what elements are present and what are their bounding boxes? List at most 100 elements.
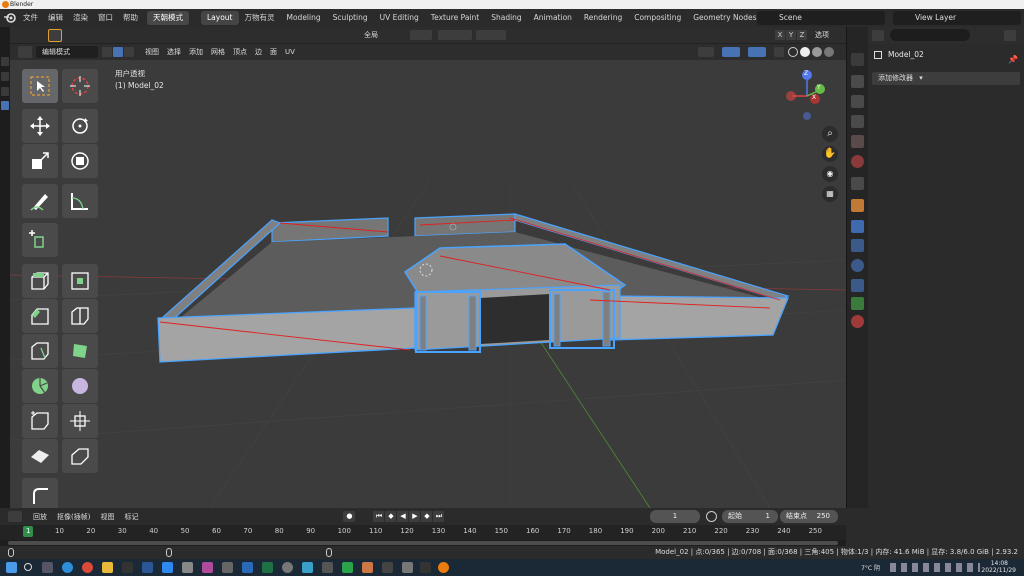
jump-start-button[interactable]: ⏮ [373, 511, 385, 522]
transform-space-select[interactable]: 全局 [350, 29, 378, 41]
select-box-tool-icon[interactable] [48, 29, 62, 42]
search-icon[interactable] [24, 563, 32, 571]
tab-geometry-nodes[interactable]: Geometry Nodes [687, 11, 762, 25]
menu-edit[interactable]: 编辑 [43, 9, 68, 27]
shading-material-icon[interactable] [812, 47, 822, 57]
poly-build-tool-button[interactable] [62, 334, 98, 368]
camera-view-icon[interactable]: ◉ [822, 166, 838, 182]
mirror-axis-y[interactable]: Y [786, 30, 796, 40]
timeline-ruler[interactable]: 1 10 20 30 40 50 60 70 80 90 100 110 120 130 140 150 160… [0, 525, 846, 540]
menu-render[interactable]: 渲染 [68, 9, 93, 27]
menu-timeline-view[interactable]: 视图 [95, 512, 119, 522]
proportional-icon[interactable] [476, 30, 506, 40]
tab-layout[interactable]: Layout [201, 11, 239, 25]
tab-texture-paint[interactable]: Texture Paint [425, 11, 485, 25]
measure-tool-button[interactable] [62, 184, 98, 218]
collection-tab-icon[interactable] [851, 177, 864, 190]
task-view-icon[interactable] [42, 562, 53, 573]
transform-tool-button[interactable] [62, 144, 98, 178]
end-frame-field[interactable]: 结束点 250 [780, 510, 838, 523]
current-frame-field[interactable]: 1 [650, 510, 700, 523]
add-modifier-button[interactable]: 添加修改器 ▾ [872, 72, 1020, 85]
shading-solid-icon[interactable] [800, 47, 810, 57]
app-icon-1[interactable] [162, 562, 173, 573]
shear-tool-button[interactable] [22, 439, 58, 473]
ortho-grid-icon[interactable]: ▦ [822, 186, 838, 202]
menu-keying[interactable]: 抠像(插帧) [52, 512, 95, 522]
app-ds-icon[interactable] [122, 562, 133, 573]
smooth-tool-button[interactable] [62, 369, 98, 403]
visibility-icon[interactable] [698, 47, 714, 57]
pan-hand-icon[interactable]: ✋ [822, 146, 838, 162]
file-explorer-icon[interactable] [102, 562, 113, 573]
word-icon[interactable] [142, 562, 153, 573]
shading-wireframe-icon[interactable] [788, 47, 798, 57]
properties-search-input[interactable] [890, 29, 970, 41]
overlay-toggle-icon[interactable] [748, 47, 766, 57]
menu-playback[interactable]: 回放 [28, 512, 52, 522]
loop-cut-tool-button[interactable] [62, 299, 98, 333]
blender-taskbar-icon[interactable] [438, 562, 449, 573]
object-tab-icon[interactable] [851, 199, 864, 212]
pivot-icon[interactable] [410, 30, 432, 40]
move-tool-button[interactable] [22, 109, 58, 143]
render-tab-icon[interactable] [851, 75, 864, 88]
jump-key-forward-button[interactable]: ◆ [421, 511, 433, 522]
view-layer-selector[interactable]: View Layer [893, 11, 1021, 25]
play-button[interactable]: ▶ [409, 511, 421, 522]
tab-uv-editing[interactable]: UV Editing [374, 11, 425, 25]
select-tool-button[interactable] [22, 69, 58, 103]
app-icon-9[interactable] [362, 562, 373, 573]
face-select-icon[interactable] [124, 47, 134, 57]
jump-end-button[interactable]: ⏭ [433, 511, 445, 522]
zoom-icon[interactable]: ⌕ [822, 126, 838, 142]
spin-tool-button[interactable] [22, 369, 58, 403]
menu-select[interactable]: 选择 [163, 46, 185, 58]
menu-uv[interactable]: UV [281, 46, 299, 58]
play-reverse-button[interactable]: ◀ [397, 511, 409, 522]
app-icon-2[interactable] [182, 562, 193, 573]
tray-icons[interactable] [890, 563, 980, 572]
mirror-axis-z[interactable]: Z [797, 30, 807, 40]
timeline-editor-icon[interactable] [8, 511, 22, 522]
app-icon-10[interactable] [382, 562, 393, 573]
app-icon-5[interactable] [242, 562, 253, 573]
menu-edge[interactable]: 边 [251, 46, 266, 58]
world-tab-icon[interactable] [851, 155, 864, 168]
scene-tab-icon[interactable] [851, 135, 864, 148]
properties-options-icon[interactable] [1004, 30, 1016, 41]
menu-vertex[interactable]: 顶点 [229, 46, 251, 58]
tab-wanwu[interactable]: 万物有灵 [239, 11, 281, 25]
extrude-tool-button[interactable] [22, 264, 58, 298]
mirror-axis-x[interactable]: X [775, 30, 785, 40]
add-cube-tool-button[interactable] [22, 223, 58, 257]
left-tab-3[interactable] [1, 87, 9, 96]
settings-gear-icon[interactable] [282, 562, 293, 573]
menu-window[interactable]: 窗口 [93, 9, 118, 27]
menu-view[interactable]: 视图 [141, 46, 163, 58]
bevel-tool-button[interactable] [22, 299, 58, 333]
tab-shading[interactable]: Shading [485, 11, 527, 25]
app-icon-7[interactable] [322, 562, 333, 573]
tab-modeling[interactable]: Modeling [281, 11, 327, 25]
shading-rendered-icon[interactable] [824, 47, 834, 57]
menu-face[interactable]: 面 [266, 46, 281, 58]
vertex-select-icon[interactable] [102, 47, 112, 57]
scale-tool-button[interactable] [22, 144, 58, 178]
tab-workspace-custom[interactable]: 天朝模式 [147, 11, 189, 25]
3d-viewport[interactable]: 用户透视 (1) Model_02 Z Y X ⌕ ✋ ◉ ▦ [10, 60, 846, 508]
menu-file[interactable]: 文件 [18, 9, 43, 27]
left-tab-1[interactable] [1, 57, 9, 66]
output-tab-icon[interactable] [851, 95, 864, 108]
snap-icon[interactable] [438, 30, 472, 40]
edge-slide-tool-button[interactable] [22, 404, 58, 438]
clock-time[interactable]: 14:08 [991, 560, 1008, 567]
material-tab-icon[interactable] [851, 315, 864, 328]
weather-text[interactable]: 7°C 阴 [861, 563, 880, 572]
editor-type-icon[interactable] [18, 46, 32, 58]
tool-tab-icon[interactable] [851, 53, 864, 66]
rip-tool-button[interactable] [62, 439, 98, 473]
gizmo-toggle-icon[interactable] [722, 47, 740, 57]
mode-select[interactable]: 编辑模式 [36, 46, 98, 58]
extra-tool-button[interactable] [22, 478, 58, 508]
